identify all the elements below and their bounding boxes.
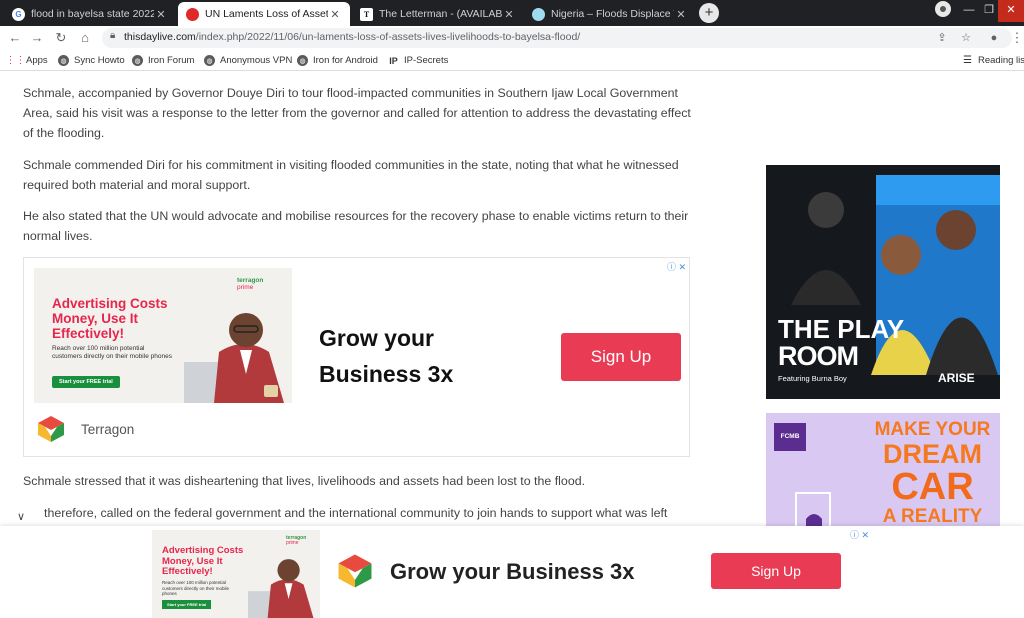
arise-logo: ARISE <box>938 371 975 385</box>
nyt-t-icon: T <box>360 7 373 21</box>
thisday-favicon-icon <box>186 7 199 21</box>
url-path: /index.php/2022/11/06/un-laments-loss-of… <box>195 31 581 43</box>
tab-title: The Letterman - (AVAILABLE FRO <box>379 8 502 20</box>
terragon-logo-icon <box>38 416 64 442</box>
bookmark-sync-howto[interactable]: ◍ Sync Howto <box>58 53 125 68</box>
bookmark-ip-secrets[interactable]: IP IP-Secrets <box>388 53 448 68</box>
inline-advertisement[interactable]: terragon prime Advertising Costs Money, U… <box>23 257 690 457</box>
reload-icon[interactable]: ↻ <box>52 29 70 47</box>
play-room-title: THE PLAY <box>778 314 905 344</box>
close-tab-icon[interactable]: ✕ <box>154 8 168 21</box>
close-tab-icon[interactable]: ✕ <box>328 8 342 21</box>
sticky-ad-headline: Grow your Business 3x <box>390 559 635 584</box>
menu-kebab-icon[interactable]: ⋮ <box>1008 29 1024 47</box>
featuring-text: Featuring Burna Boy <box>778 374 847 383</box>
advertiser-name[interactable]: Terragon <box>81 422 134 437</box>
bookmark-label: Apps <box>26 55 48 66</box>
bookmark-apps[interactable]: ⋮⋮ Apps <box>5 53 48 68</box>
reading-list-label: Reading list <box>978 55 1024 66</box>
close-tab-icon[interactable]: ✕ <box>502 8 516 21</box>
url-domain: thisdaylive.com <box>124 31 196 43</box>
tab-the-letterman[interactable]: T The Letterman - (AVAILABLE FRO ✕ <box>352 2 524 26</box>
share-icon[interactable]: ⇪ <box>934 30 950 46</box>
globe-icon: ◍ <box>58 55 69 66</box>
fcmb-ad-headline: MAKE YOUR DREAM CAR A REALITY <box>874 419 991 527</box>
ad-image-subtext: Reach over 100 million potential custome… <box>162 580 230 596</box>
ad-image-cta[interactable]: Start your FREE trial <box>52 376 120 388</box>
profile-avatar-icon[interactable]: ● <box>986 30 1002 46</box>
new-tab-button[interactable]: + <box>699 3 719 23</box>
sticky-sign-up-button[interactable]: Sign Up <box>711 553 841 589</box>
close-window-icon[interactable]: ✕ <box>998 0 1024 22</box>
globe-favicon-icon <box>532 7 545 21</box>
tab-nigeria-floods[interactable]: Nigeria – Floods Displace Thousa ✕ <box>524 2 696 26</box>
chevron-down-icon[interactable]: ∨ <box>10 510 32 524</box>
tab-title: Nigeria – Floods Displace Thousa <box>551 8 674 20</box>
bookmark-star-icon[interactable]: ☆ <box>958 30 974 46</box>
sticky-ad-creative[interactable]: terragon prime Advertising Costs Money, U… <box>152 530 320 618</box>
tab-title: flood in bayelsa state 2022 - Goo <box>31 8 154 20</box>
bookmark-label: Sync Howto <box>74 55 125 66</box>
terragon-logo-icon <box>338 554 372 588</box>
fcmb-logo: FCMB <box>774 423 806 451</box>
bookmark-label: IP-Secrets <box>404 55 449 66</box>
tab-un-laments[interactable]: UN Laments Loss of Assets, Lives ✕ <box>178 2 350 26</box>
tab-strip: G flood in bayelsa state 2022 - Goo ✕ UN… <box>0 0 1024 26</box>
bookmark-anonymous-vpn[interactable]: ◍ Anonymous VPN <box>204 53 292 68</box>
tab-title: UN Laments Loss of Assets, Lives <box>205 8 328 20</box>
tab-google-search[interactable]: G flood in bayelsa state 2022 - Goo ✕ <box>4 2 176 26</box>
adchoices-close-icon[interactable]: ⓘ ✕ <box>850 528 869 541</box>
bookmark-label: Anonymous VPN <box>220 55 293 66</box>
ad-image-headline: Advertising Costs Money, Use It Effectiv… <box>162 545 244 577</box>
sign-up-button[interactable]: Sign Up <box>561 333 681 381</box>
ad-image-cta[interactable]: Start your FREE trial <box>162 600 212 609</box>
forward-icon[interactable]: → <box>28 29 46 47</box>
ip-icon: IP <box>389 55 398 66</box>
globe-icon: ◍ <box>297 55 308 66</box>
play-room-side-ad[interactable]: THE PLAY ROOM Featuring Burna Boy ARISE <box>766 165 1000 399</box>
address-bar[interactable]: 🔒︎ thisdaylive.com/index.php/2022/11/06/… <box>102 28 1012 48</box>
article-paragraph: Schmale, accompanied by Governor Douye D… <box>23 86 691 140</box>
google-icon: G <box>12 7 25 21</box>
article-paragraph: Schmale commended Diri for his commitmen… <box>23 158 679 192</box>
home-icon[interactable]: ⌂ <box>76 29 94 47</box>
reading-list-button[interactable]: ☰ Reading list <box>962 53 1024 68</box>
profile-download-icon[interactable] <box>930 0 956 22</box>
close-tab-icon[interactable]: ✕ <box>674 8 688 21</box>
businessman-illustration <box>184 313 284 403</box>
bookmark-iron-forum[interactable]: ◍ Iron Forum <box>132 53 194 68</box>
ad-image-subtext: Reach over 100 million potential custome… <box>52 345 172 360</box>
bookmark-label: Iron Forum <box>148 55 195 66</box>
article-paragraph: Schmale stressed that it was dishearteni… <box>23 474 586 488</box>
terragon-prime-logo: terragon prime <box>237 277 264 291</box>
back-icon[interactable]: ← <box>6 29 24 47</box>
browser-toolbar: ← → ↻ ⌂ 🔒︎ thisdaylive.com/index.php/202… <box>0 26 1024 50</box>
sticky-bottom-ad[interactable]: terragon prime Advertising Costs Money, U… <box>0 526 1024 618</box>
ad-headline: Grow your Business 3x <box>319 325 454 387</box>
ad-creative-image[interactable]: terragon prime Advertising Costs Money, U… <box>34 268 292 403</box>
businessman-illustration <box>248 559 314 618</box>
adchoices-close-icon[interactable]: ⓘ ✕ <box>667 260 686 273</box>
globe-icon: ◍ <box>204 55 215 66</box>
apps-grid-icon: ⋮⋮ <box>5 55 26 66</box>
bookmark-label: Iron for Android <box>313 55 378 66</box>
article-paragraph: He also stated that the UN would advocat… <box>23 209 689 243</box>
play-room-subtitle: ROOM <box>778 341 859 371</box>
lock-icon[interactable]: 🔒︎ <box>110 30 115 41</box>
bookmark-iron-for-android[interactable]: ◍ Iron for Android <box>297 53 378 68</box>
ad-image-headline: Advertising Costs Money, Use It Effectiv… <box>52 296 168 341</box>
article-paragraph: therefore, called on the federal governm… <box>44 506 668 520</box>
url-text: thisdaylive.com/index.php/2022/11/06/un-… <box>124 31 580 43</box>
globe-icon: ◍ <box>132 55 143 66</box>
reading-list-icon: ☰ <box>963 55 972 66</box>
bookmarks-bar: ⋮⋮ Apps ◍ Sync Howto ◍ Iron Forum ◍ Anon… <box>0 50 1024 71</box>
